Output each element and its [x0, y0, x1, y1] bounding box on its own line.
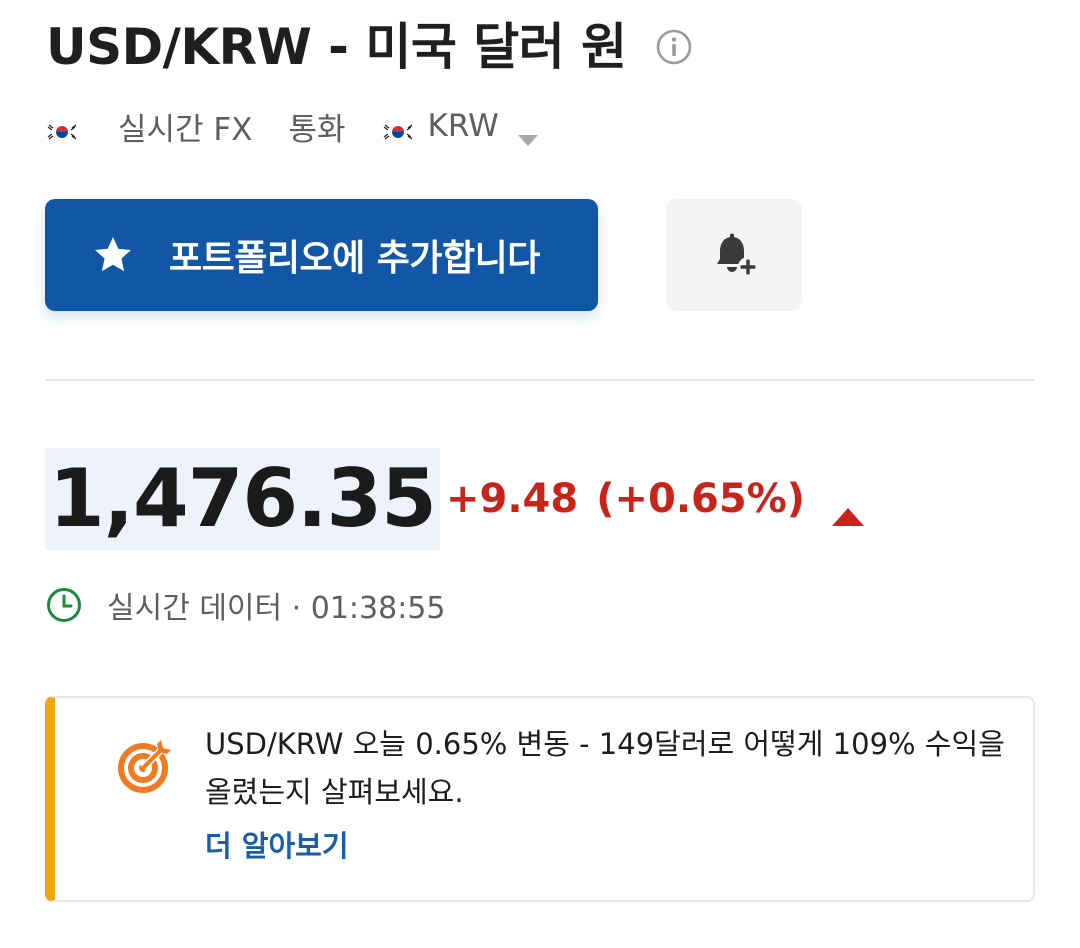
instrument-meta: 실시간 FX 통화 KRW: [46, 102, 539, 150]
currency-label: KRW: [427, 108, 499, 144]
korea-flag-icon: [381, 115, 414, 143]
market-label: 실시간 FX: [118, 111, 253, 148]
add-to-portfolio-label: 포트폴리오에 추가합니다: [169, 238, 540, 279]
instrument-type-label: 통화: [288, 111, 346, 148]
currency-selector[interactable]: KRW: [427, 108, 539, 146]
add-alert-button[interactable]: [666, 199, 802, 311]
learn-more-link[interactable]: 더 알아보기: [205, 822, 349, 870]
price-change: +9.48 (+0.65%): [446, 474, 865, 526]
data-status: 실시간 데이터 · 01:38:55: [45, 584, 445, 626]
page-title: USD/KRW - 미국 달러 원: [46, 18, 627, 76]
caret-down-icon: [517, 119, 539, 146]
korea-flag-icon: [46, 115, 78, 143]
promo-card: USD/KRW 오늘 0.65% 변동 - 149달러로 어떻게 109% 수익…: [45, 696, 1035, 902]
promo-text: USD/KRW 오늘 0.65% 변동 - 149달러로 어떻게 109% 수익…: [205, 727, 1005, 809]
info-circle-icon[interactable]: [655, 28, 693, 66]
star-icon: [93, 235, 133, 275]
add-to-portfolio-button[interactable]: 포트폴리오에 추가합니다: [45, 199, 598, 311]
bell-plus-icon: [708, 229, 760, 281]
target-arrow-icon: [117, 736, 175, 794]
last-price: 1,476.35: [45, 448, 440, 550]
clock-icon: [45, 586, 83, 624]
status-text: 실시간 데이터 · 01:38:55: [107, 591, 446, 626]
change-percent: (+0.65%): [596, 476, 806, 522]
change-value: +9.48: [446, 476, 579, 522]
triangle-up-icon: [831, 489, 865, 526]
title-row: USD/KRW - 미국 달러 원: [46, 14, 693, 80]
section-divider: [45, 379, 1035, 381]
